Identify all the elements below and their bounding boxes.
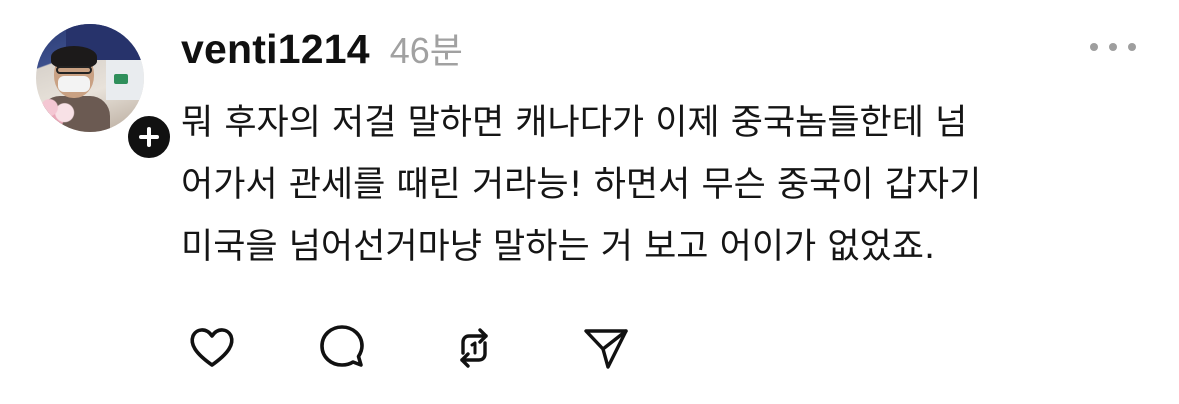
- post-body: 뭐 후자의 저걸 말하면 캐나다가 이제 중국놈들한테 넘 어가서 관세를 때린…: [181, 92, 1141, 278]
- post-body-line: 뭐 후자의 저걸 말하면 캐나다가 이제 중국놈들한테 넘: [181, 103, 968, 143]
- more-horizontal-icon: [1090, 43, 1098, 51]
- send-paper-plane-icon: [584, 329, 628, 369]
- avatar[interactable]: [36, 24, 144, 132]
- like-button[interactable]: [186, 322, 238, 374]
- repost-button[interactable]: [448, 322, 500, 374]
- post-body-line: 어가서 관세를 때린 거라능! 하면서 무슨 중국이 갑자기: [181, 165, 982, 205]
- comment-bubble-icon: [320, 325, 364, 367]
- post-time: 46분: [389, 30, 463, 71]
- post-body-line: 미국을 넘어선거마냥 말하는 거 보고 어이가 없었죠.: [181, 227, 936, 267]
- avatar-container: [36, 24, 174, 162]
- more-options-button[interactable]: [1090, 42, 1136, 52]
- reply-button[interactable]: [316, 322, 368, 374]
- share-button[interactable]: [580, 322, 632, 374]
- post-header: venti1214 46분: [181, 22, 463, 72]
- username[interactable]: venti1214: [181, 26, 370, 73]
- repost-arrows-icon: [460, 328, 488, 368]
- thread-post: venti1214 46분 뭐 후자의 저걸 말하면 캐나다가 이제 중국놈들한…: [0, 0, 1179, 404]
- follow-button[interactable]: [124, 112, 174, 162]
- heart-icon: [190, 328, 234, 367]
